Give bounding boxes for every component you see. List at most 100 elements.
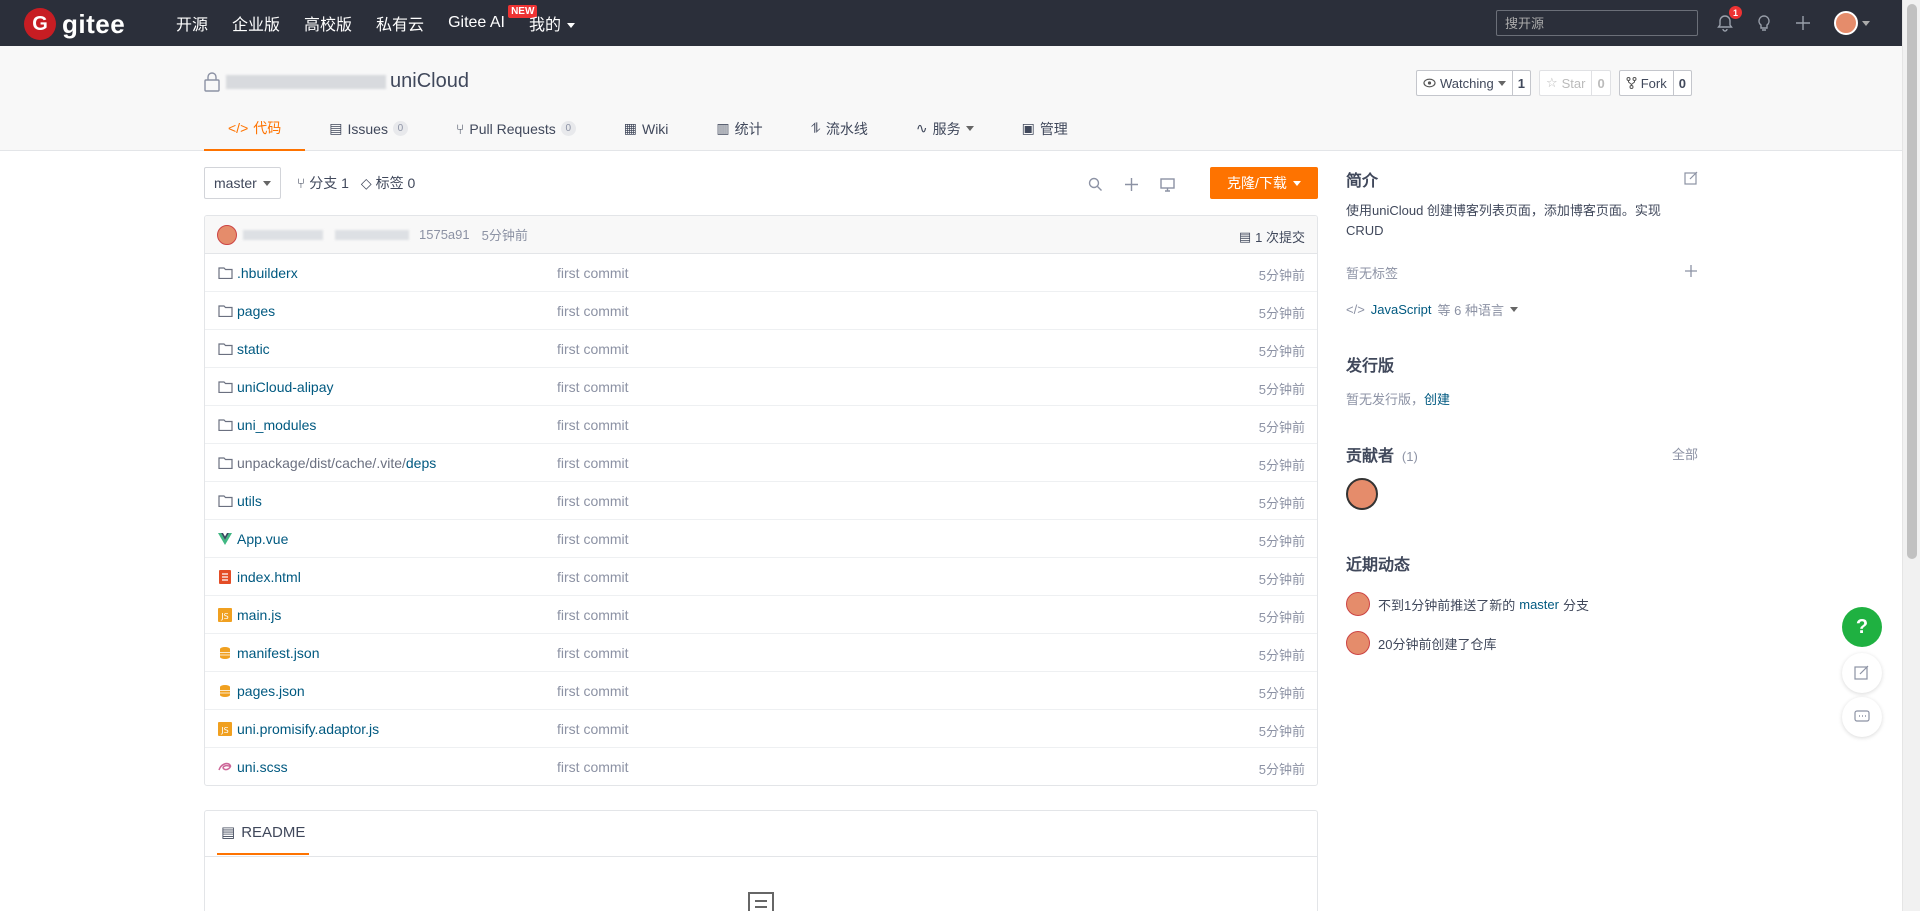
file-commit-message[interactable]: first commit [557, 683, 629, 699]
file-commit-message[interactable]: first commit [557, 493, 629, 509]
chat-button[interactable] [1842, 697, 1882, 737]
branches-link[interactable]: ⑂ 分支 1 [297, 173, 349, 193]
feedback-button[interactable] [1842, 653, 1882, 693]
file-row[interactable]: uni_modules first commit 5分钟前 [205, 406, 1317, 444]
search-input[interactable] [1496, 10, 1698, 36]
file-commit-message[interactable]: first commit [557, 341, 629, 357]
manage-icon: ▣ [1021, 120, 1035, 136]
notification-bell-icon[interactable]: 1 [1714, 6, 1742, 34]
file-commit-message[interactable]: first commit [557, 379, 629, 395]
file-commit-message[interactable]: first commit [557, 607, 629, 623]
nav-link-gitee-ai[interactable]: Gitee AI NEW [448, 5, 538, 32]
file-commit-message[interactable]: first commit [557, 569, 629, 585]
activity-text-pre: 不到1分钟前推送了新的 [1378, 597, 1516, 613]
tab-services[interactable]: ∿ 服务 [892, 106, 998, 151]
watching-count[interactable]: 1 [1511, 71, 1530, 95]
gitee-logo[interactable]: G gitee [24, 8, 125, 40]
file-row[interactable]: App.vue first commit 5分钟前 [205, 520, 1317, 558]
readme-tab[interactable]: ▤ README [217, 811, 310, 855]
file-commit-message[interactable]: first commit [557, 455, 629, 471]
file-name[interactable]: static [237, 341, 270, 357]
tab-code[interactable]: </> 代码 [204, 106, 306, 151]
file-commit-message[interactable]: first commit [557, 721, 629, 737]
file-commit-message[interactable]: first commit [557, 645, 629, 661]
repo-header: uniCloud Watching 1 ☆ Star 0 Fork 0 </> 代码… [0, 46, 1902, 151]
search-icon[interactable] [1084, 173, 1106, 195]
star-count[interactable]: 0 [1591, 71, 1609, 95]
file-name[interactable]: manifest.json [237, 645, 319, 661]
contributor-avatar[interactable] [1346, 478, 1378, 510]
tab-wiki[interactable]: ▦ Wiki [600, 106, 693, 151]
file-commit-message[interactable]: first commit [557, 417, 629, 433]
file-row[interactable]: index.html first commit 5分钟前 [205, 558, 1317, 596]
activity-text-post: 分支 [1562, 597, 1589, 613]
fork-button[interactable]: Fork 0 [1618, 70, 1692, 96]
file-name[interactable]: .hbuilderx [237, 265, 298, 281]
user-avatar[interactable] [1834, 11, 1858, 35]
file-row[interactable]: JS main.js first commit 5分钟前 [205, 596, 1317, 634]
file-name[interactable]: utils [237, 493, 262, 509]
file-name[interactable]: main.js [237, 607, 281, 623]
edit-icon[interactable] [1684, 171, 1698, 185]
branch-select[interactable]: master [204, 167, 281, 199]
help-button[interactable]: ? [1842, 607, 1882, 647]
file-row[interactable]: uni.scss first commit 5分钟前 [205, 748, 1317, 785]
watching-button[interactable]: Watching 1 [1416, 70, 1531, 96]
file-row[interactable]: .hbuilderx first commit 5分钟前 [205, 254, 1317, 292]
file-row[interactable]: uniCloud-alipay first commit 5分钟前 [205, 368, 1317, 406]
language-row[interactable]: </> JavaScript 等 6 种语言 [1346, 300, 1518, 319]
plus-icon[interactable] [1792, 12, 1814, 34]
activity-branch-link[interactable]: master [1519, 597, 1559, 612]
page-scrollbar[interactable] [1902, 0, 1920, 911]
file-name[interactable]: uniCloud-alipay [237, 379, 334, 395]
nav-link-open-source[interactable]: 开源 [176, 11, 208, 35]
file-name[interactable]: uni_modules [237, 417, 316, 433]
file-name[interactable]: index.html [237, 569, 301, 585]
file-row[interactable]: pages.json first commit 5分钟前 [205, 672, 1317, 710]
tab-pipeline[interactable]: ⥮ 流水线 [787, 106, 892, 151]
scroll-thumb[interactable] [1907, 4, 1917, 559]
add-tag-icon[interactable] [1684, 264, 1698, 278]
file-name[interactable]: uni.scss [237, 759, 288, 775]
contributors-all-link[interactable]: 全部 [1672, 444, 1698, 463]
file-row[interactable]: utils first commit 5分钟前 [205, 482, 1317, 520]
nav-link-university[interactable]: 高校版 [304, 11, 352, 35]
nav-link-mine[interactable]: 我的 [529, 11, 575, 35]
file-name[interactable]: pages [237, 303, 275, 319]
nav-link-private-cloud[interactable]: 私有云 [376, 11, 424, 35]
clone-download-button[interactable]: 克隆/下载 [1210, 167, 1318, 199]
file-row[interactable]: unpackage/dist/cache/.vite/deps first com… [205, 444, 1317, 482]
file-name[interactable]: uni.promisify.adaptor.js [237, 721, 379, 737]
file-commit-message[interactable]: first commit [557, 531, 629, 547]
file-commit-message[interactable]: first commit [557, 759, 629, 775]
nav-link-enterprise[interactable]: 企业版 [232, 11, 280, 35]
file-name[interactable]: unpackage/dist/cache/.vite/deps [237, 455, 436, 471]
file-row[interactable]: JS uni.promisify.adaptor.js first commit 5分… [205, 710, 1317, 748]
tab-issues[interactable]: ▤ Issues 0 [305, 106, 432, 151]
lightbulb-icon[interactable] [1753, 12, 1775, 34]
web-ide-icon[interactable] [1156, 173, 1178, 195]
committer-name-redacted [243, 229, 323, 240]
committer-avatar[interactable] [217, 224, 237, 245]
file-row[interactable]: static first commit 5分钟前 [205, 330, 1317, 368]
add-file-icon[interactable] [1120, 173, 1142, 195]
commit-count-link[interactable]: ▤ 1 次提交 [1239, 227, 1305, 246]
file-row[interactable]: pages first commit 5分钟前 [205, 292, 1317, 330]
activity-avatar[interactable] [1346, 592, 1370, 616]
tab-manage[interactable]: ▣ 管理 [998, 106, 1092, 151]
tab-stats[interactable]: ▥ 统计 [692, 106, 786, 151]
tab-pull-requests[interactable]: ⑂ Pull Requests 0 [432, 106, 600, 151]
file-row[interactable]: manifest.json first commit 5分钟前 [205, 634, 1317, 672]
file-commit-message[interactable]: first commit [557, 303, 629, 319]
create-release-link[interactable]: 创建 [1424, 392, 1450, 407]
repo-title[interactable]: uniCloud [204, 70, 469, 93]
file-commit-message[interactable]: first commit [557, 265, 629, 281]
avatar-dropdown-icon[interactable] [1862, 21, 1870, 26]
file-name[interactable]: App.vue [237, 531, 288, 547]
star-button[interactable]: ☆ Star 0 [1538, 70, 1611, 96]
file-name[interactable]: pages.json [237, 683, 305, 699]
fork-count[interactable]: 0 [1672, 71, 1691, 95]
activity-avatar[interactable] [1346, 631, 1370, 655]
tags-link[interactable]: ◇ 标签 0 [361, 173, 415, 193]
commit-hash[interactable]: 1575a91 [419, 227, 470, 242]
